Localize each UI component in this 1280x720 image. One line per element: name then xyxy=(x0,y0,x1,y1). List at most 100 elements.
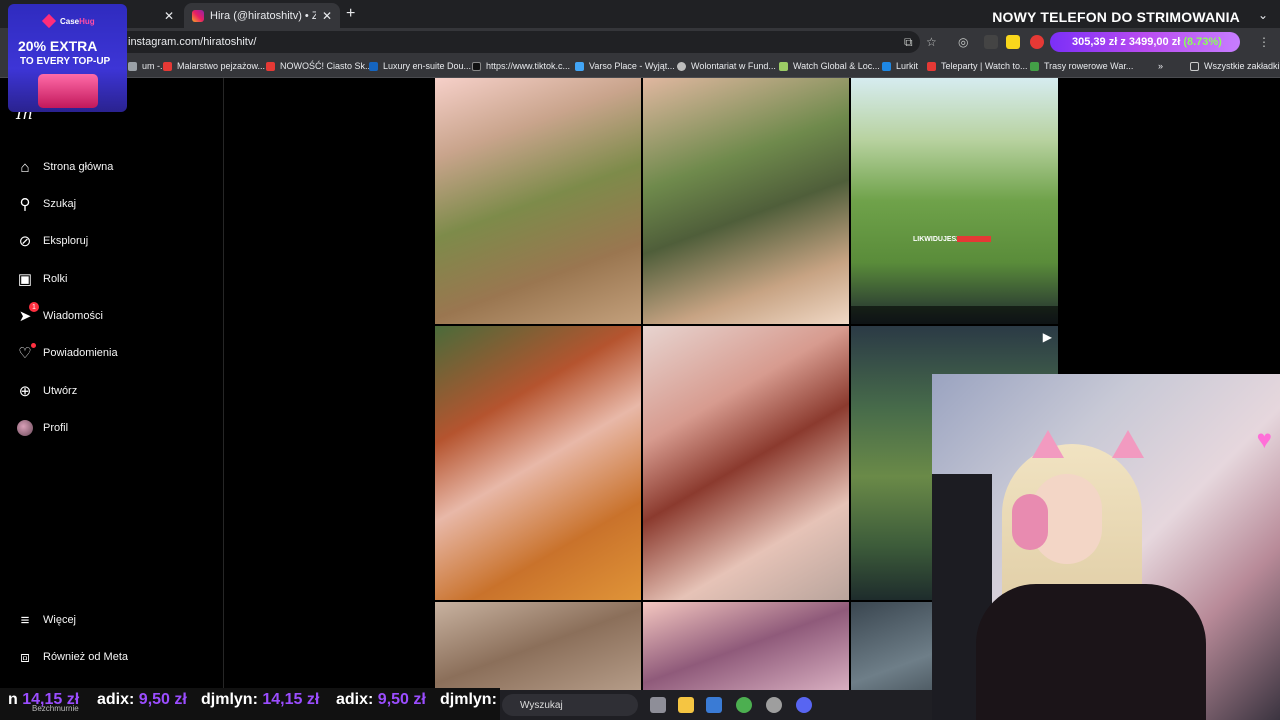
booking-icon xyxy=(369,61,378,71)
plus-square-icon: ⊕ xyxy=(18,383,32,400)
extension-shield-icon[interactable] xyxy=(984,35,998,49)
tab-title: Hira (@hiratoshitv) • Zdjęcia i fi xyxy=(210,9,316,22)
nav-search[interactable]: ⚲ Szukaj xyxy=(16,195,77,213)
new-tab-button[interactable]: + xyxy=(346,5,355,23)
promo-brand: CaseHug xyxy=(60,17,95,26)
home-icon: ⌂ xyxy=(20,158,30,176)
star-icon[interactable]: ☆ xyxy=(926,35,937,49)
meta-icon: ⧈ xyxy=(20,648,30,666)
nav-label: Więcej xyxy=(43,614,77,626)
treasure-chest-icon xyxy=(38,74,98,108)
more-menu-icon[interactable]: ⋮ xyxy=(1258,35,1270,49)
nav-notifications[interactable]: ♡ Powiadomienia xyxy=(16,343,118,362)
post-thumbnail[interactable] xyxy=(435,78,641,324)
casehug-promo-overlay: CaseHug 20% EXTRA TO EVERY TOP-UP xyxy=(8,4,127,112)
file-explorer-icon[interactable] xyxy=(678,697,694,713)
reel-play-icon: ▶ xyxy=(1042,330,1052,344)
search-icon: ⚲ xyxy=(19,196,31,213)
post-thumbnail[interactable] xyxy=(643,602,849,690)
nav-reels[interactable]: ▣ Rolki xyxy=(16,270,68,288)
avatar xyxy=(16,419,34,437)
url-text[interactable]: instagram.com/hiratoshitv/ xyxy=(128,36,256,48)
promo-headline: 20% EXTRA xyxy=(18,38,98,54)
nav-messages[interactable]: ➤ 1 Wiadomości xyxy=(16,302,103,325)
headset-earcup xyxy=(1012,494,1048,550)
heart-icon: ♡ xyxy=(16,343,36,362)
streamer-body xyxy=(976,584,1206,720)
task-view-icon[interactable] xyxy=(650,697,666,713)
ticker-item: djmlyn: 14,15 zł xyxy=(201,691,319,709)
tab-instagram[interactable]: Hira (@hiratoshitv) • Zdjęcia i fi ✕ xyxy=(184,3,340,28)
ticker-name: adix: xyxy=(336,691,374,708)
post-thumbnail[interactable] xyxy=(435,602,641,690)
bookmark-item[interactable]: um -... xyxy=(128,61,168,71)
extension-red-icon[interactable] xyxy=(1030,35,1044,49)
chevron-down-icon[interactable]: ⌄ xyxy=(1258,8,1268,22)
messenger-icon: ➤ 1 xyxy=(16,302,39,325)
promo-brand-b: Hug xyxy=(79,17,95,26)
nav-label: Powiadomienia xyxy=(43,347,118,359)
profile-circle-icon[interactable]: ◎ xyxy=(958,35,968,49)
bookmark-item[interactable]: Teleparty | Watch to... xyxy=(927,61,1028,71)
ticker-name: djmlyn: xyxy=(440,691,497,708)
bookmark-item[interactable]: Watch Global & Loc... xyxy=(779,61,880,71)
nav-label: Eksploruj xyxy=(43,235,89,247)
nav-label: Utwórz xyxy=(43,385,78,397)
instagram-icon xyxy=(192,9,204,22)
bookmark-item[interactable]: NOWOŚĆ! Ciasto Sk... xyxy=(266,61,373,71)
profile-avatar xyxy=(17,420,33,436)
nav-profile[interactable]: Profil xyxy=(16,419,68,437)
bookmark-favicon-icon xyxy=(128,61,137,71)
stream-title: NOWY TELEFON DO STRIMOWANIA xyxy=(992,9,1240,25)
nav-more[interactable]: ≡ Więcej xyxy=(16,611,76,629)
globe-icon xyxy=(677,61,686,71)
post-thumbnail[interactable] xyxy=(643,78,849,324)
instagram-sidebar: In ⌂ Strona główna ⚲ Szukaj ⊘ Eksploruj … xyxy=(0,78,224,690)
all-bookmarks-button[interactable]: Wszystkie zakładki xyxy=(1190,61,1280,71)
nav-create[interactable]: ⊕ Utwórz xyxy=(16,382,78,400)
post-thumbnail[interactable]: LIKWIDUJESZ: xyxy=(851,78,1058,324)
ticker-name: adix: xyxy=(97,691,135,708)
install-app-icon[interactable]: ⧉ xyxy=(904,35,913,50)
taskbar-search-placeholder: Wyszukaj xyxy=(520,699,563,711)
ticker-amount: 14,15 zł xyxy=(262,691,320,708)
bookmark-item[interactable]: Varso Place - Wyjąt... xyxy=(575,61,675,71)
neon-lips-icon: ♥ xyxy=(1256,424,1272,454)
unread-badge: 1 xyxy=(29,302,39,312)
screen: ✕ Hira (@hiratoshitv) • Zdjęcia i fi ✕ +… xyxy=(0,0,1280,720)
nav-label: Również od Meta xyxy=(43,651,128,663)
bookmark-label: Varso Place - Wyjąt... xyxy=(589,61,675,71)
bookmark-label: Teleparty | Watch to... xyxy=(941,61,1028,71)
taskbar-search[interactable]: Wyszukaj xyxy=(502,694,638,716)
close-icon[interactable]: ✕ xyxy=(322,9,332,23)
discord-icon[interactable] xyxy=(796,697,812,713)
post-thumbnail[interactable] xyxy=(435,326,641,600)
bookmark-item[interactable]: Wolontariat w Fund... xyxy=(677,61,776,71)
varso-icon xyxy=(575,61,584,71)
bookmark-item[interactable]: Lurkit xyxy=(882,61,918,71)
bookmark-item[interactable]: Trasy rowerowe War... xyxy=(1030,61,1133,71)
store-icon[interactable] xyxy=(706,697,722,713)
nav-meta[interactable]: ⧈ Również od Meta xyxy=(16,648,128,666)
nav-label: Szukaj xyxy=(43,198,77,210)
nav-explore[interactable]: ⊘ Eksploruj xyxy=(16,232,89,250)
nav-home[interactable]: ⌂ Strona główna xyxy=(16,158,113,176)
ticker-item: adix: 9,50 zł xyxy=(97,691,187,709)
browser-tab-strip: ✕ Hira (@hiratoshitv) • Zdjęcia i fi ✕ +… xyxy=(0,0,1280,28)
windows-taskbar: Wyszukaj xyxy=(500,690,932,720)
chrome-icon[interactable] xyxy=(736,697,752,713)
extension-yellow-icon[interactable] xyxy=(1006,35,1020,49)
close-icon[interactable]: ✕ xyxy=(164,9,174,23)
bookmark-item[interactable]: Malarstwo pejzażow... xyxy=(163,61,265,71)
post-thumbnail[interactable] xyxy=(643,326,849,600)
bookmark-item[interactable]: Luxury en-suite Dou... xyxy=(369,61,471,71)
price-goal-widget: 305,39 zł z 3499,00 zł (8.73%) xyxy=(1050,32,1240,52)
bookmarks-overflow-button[interactable]: » xyxy=(1158,61,1163,71)
cat-ear-right xyxy=(1112,430,1144,458)
compass-icon: ⊘ xyxy=(18,233,32,250)
app-icon[interactable] xyxy=(766,697,782,713)
game-hud-label: LIKWIDUJESZ: xyxy=(913,236,963,243)
bookmark-item[interactable]: https://www.tiktok.c... xyxy=(472,61,570,71)
ticker-item: adix: 9,50 zł xyxy=(336,691,426,709)
bookmark-label: Luxury en-suite Dou... xyxy=(383,61,472,71)
